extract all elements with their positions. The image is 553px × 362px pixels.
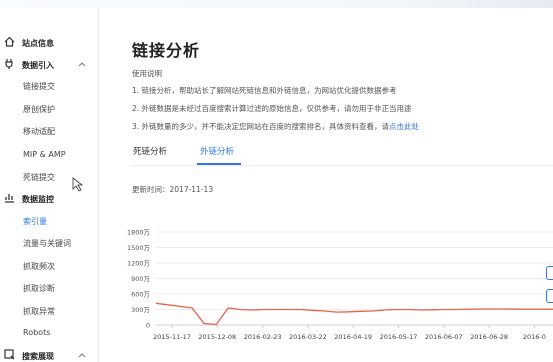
sidebar-item-label: 流量与关键词	[23, 239, 71, 248]
sidebar-item-label: 数据引入	[22, 61, 54, 70]
mouse-cursor-icon	[72, 177, 84, 192]
update-time-label: 更新时间：	[132, 185, 170, 194]
home-icon	[4, 36, 15, 47]
sidebar-item-label: 死链提交	[23, 173, 55, 182]
sidebar-item-8[interactable]: 索引量	[0, 210, 99, 232]
x-tick-label: 2016-06-07	[425, 333, 463, 341]
help-line-3-text: 3. 外链数量的多少，并不能决定您网站在百度的搜索排名，具体资料查看，请	[132, 122, 390, 131]
y-tick-label: 1200万	[127, 260, 151, 268]
top-banner-strip	[0, 0, 553, 8]
y-tick-label: 0	[146, 322, 150, 330]
sidebar-item-9[interactable]: 流量与关键词	[0, 232, 99, 254]
sidebar-item-label: 数据监控	[22, 195, 54, 204]
y-tick-label: 300万	[131, 306, 150, 314]
sidebar-item-label: 索引量	[23, 217, 47, 226]
sidebar-item-2[interactable]: 链接提交	[0, 75, 99, 97]
help-title: 使用说明	[132, 69, 162, 78]
x-tick-label: 2016-06-28	[470, 333, 508, 341]
chevron-up-icon[interactable]	[77, 59, 87, 69]
help-link[interactable]: 点击此处	[389, 122, 419, 131]
sidebar-item-label: Robots	[23, 328, 51, 337]
x-tick-label: 2016-04-19	[334, 333, 372, 341]
x-tick-label: 2015-11-17	[153, 333, 191, 341]
page-title: 链接分析	[132, 41, 201, 60]
sidebar-item-5[interactable]: MIP & AMP	[0, 144, 99, 166]
sidebar-item-0[interactable]: 站点信息	[0, 32, 99, 54]
help-line-3: 3. 外链数量的多少，并不能决定您网站在百度的搜索排名，具体资料查看，请点击此处	[132, 121, 419, 132]
series-line	[155, 302, 553, 326]
sidebar-item-10[interactable]: 抓取频次	[0, 255, 99, 277]
tab-divider	[132, 165, 553, 166]
sidebar-item-label: 搜索展现	[22, 352, 54, 361]
sidebar-item-label: 抓取异常	[23, 307, 55, 316]
y-tick-label: 900万	[131, 275, 150, 283]
x-tick-label: 2016-02-23	[244, 333, 282, 341]
sidebar-item-label: 链接提交	[23, 82, 55, 91]
sidebar-item-label: 原创保护	[23, 105, 55, 114]
y-tick-label: 600万	[131, 291, 150, 299]
update-time-value: 2017-11-13	[169, 185, 214, 194]
x-tick-label: 2016-05-17	[380, 333, 418, 341]
sidebar-item-13[interactable]: Robots	[0, 322, 99, 344]
y-tick-label: 1500万	[127, 244, 151, 252]
sidebar-item-11[interactable]: 抓取诊断	[0, 277, 99, 299]
plug-icon	[5, 59, 13, 69]
chart-icon	[5, 194, 14, 203]
chevron-up-icon[interactable]	[77, 350, 87, 360]
sidebar-item-14[interactable]: 搜索展现	[0, 345, 99, 362]
x-tick-label: 2015-12-08	[198, 333, 236, 341]
x-tick-label: 2016-0	[523, 333, 546, 341]
sidebar-item-label: 抓取诊断	[23, 284, 55, 293]
help-line-1: 1. 链接分析，帮助站长了解网站死链信息和外链信息，为网站优化提供数据参考	[132, 86, 397, 95]
tab-external-link-analysis[interactable]: 外链分析	[200, 145, 234, 157]
tab-dead-link-analysis[interactable]: 死链分析	[133, 145, 167, 157]
sidebar-item-4[interactable]: 移动适配	[0, 120, 99, 142]
float-help-button[interactable]	[546, 266, 553, 280]
y-tick-label: 1800万	[127, 229, 151, 237]
help-line-2: 2. 外链数据是未经过百度搜索计算过滤的原始信息，仅供参考，请勿用于非正当用途	[132, 104, 412, 113]
sidebar-item-1[interactable]: 数据引入	[0, 54, 99, 76]
sidebar-item-3[interactable]: 原创保护	[0, 98, 99, 120]
external-links-line-chart: 0 300万 600万 900万 1200万 1500万 1800万 2015-11-17 20…	[127, 229, 553, 341]
update-time: 更新时间：2017-11-13	[132, 184, 213, 195]
search-display-icon	[4, 349, 15, 360]
sidebar-item-label: 移动适配	[23, 127, 55, 136]
float-feedback-button[interactable]	[546, 289, 553, 303]
sidebar-item-label: 站点信息	[22, 39, 54, 48]
sidebar-item-label: MIP & AMP	[23, 150, 66, 159]
sidebar-item-label: 抓取频次	[23, 262, 55, 271]
x-tick-label: 2016-03-22	[289, 333, 327, 341]
sidebar-item-12[interactable]: 抓取异常	[0, 300, 99, 322]
